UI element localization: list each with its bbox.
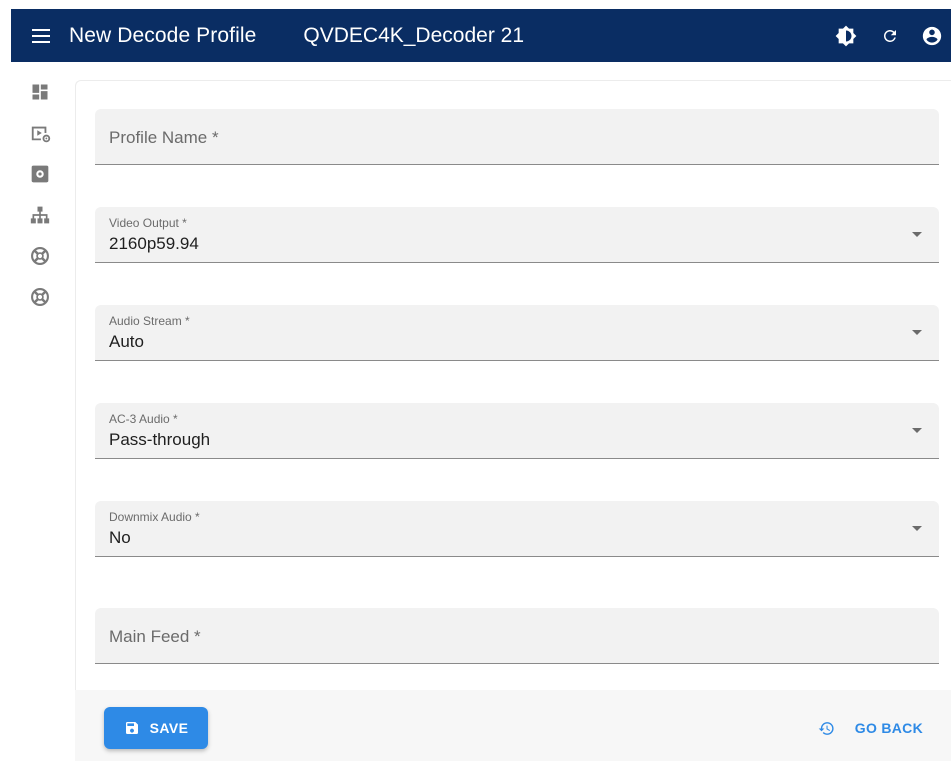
save-button-label: SAVE <box>149 720 189 736</box>
history-icon <box>818 720 835 737</box>
ac3-audio-select[interactable]: AC-3 Audio * Pass-through <box>95 403 939 459</box>
dropdown-arrow-icon[interactable] <box>912 428 922 433</box>
page-title: New Decode Profile <box>69 23 257 47</box>
app-bar: New Decode Profile QVDEC4K_Decoder 21 <box>11 9 951 62</box>
menu-icon[interactable] <box>29 24 53 48</box>
save-button[interactable]: SAVE <box>104 707 208 749</box>
video-output-value: 2160p59.94 <box>109 234 199 253</box>
floppy-disk-icon <box>124 720 140 736</box>
go-back-label: GO BACK <box>854 720 923 736</box>
downmix-audio-label: Downmix Audio * <box>109 510 200 524</box>
nav-rail <box>26 80 54 326</box>
video-output-label: Video Output * <box>109 216 187 230</box>
support-icon[interactable] <box>28 285 52 309</box>
dropdown-arrow-icon[interactable] <box>912 526 922 531</box>
profile-form-card: Profile Name * Video Output * 2160p59.94… <box>75 80 951 761</box>
theme-icon[interactable] <box>835 25 857 47</box>
device-name: QVDEC4K_Decoder 21 <box>303 23 525 47</box>
profile-name-placeholder: Profile Name * <box>109 128 219 147</box>
downmix-audio-select[interactable]: Downmix Audio * No <box>95 501 939 557</box>
downmix-audio-value: No <box>109 528 131 547</box>
dropdown-arrow-icon[interactable] <box>912 232 922 237</box>
video-output-select[interactable]: Video Output * 2160p59.94 <box>95 207 939 263</box>
dropdown-arrow-icon[interactable] <box>912 330 922 335</box>
profile-name-field[interactable]: Profile Name * <box>95 109 939 165</box>
account-icon[interactable] <box>921 25 943 47</box>
appbar-actions <box>835 25 951 47</box>
audio-stream-label: Audio Stream * <box>109 314 190 328</box>
video-settings-icon[interactable] <box>28 121 52 145</box>
support-icon[interactable] <box>28 244 52 268</box>
main-feed-placeholder: Main Feed * <box>109 627 201 646</box>
form-area: Profile Name * Video Output * 2160p59.94… <box>75 80 951 690</box>
ac3-audio-value: Pass-through <box>109 430 211 449</box>
network-icon[interactable] <box>28 203 52 227</box>
settings-box-icon[interactable] <box>28 162 52 186</box>
audio-stream-value: Auto <box>109 332 144 351</box>
go-back-button[interactable]: GO BACK <box>818 716 923 740</box>
dashboard-icon[interactable] <box>28 80 52 104</box>
audio-stream-select[interactable]: Audio Stream * Auto <box>95 305 939 361</box>
main-feed-field[interactable]: Main Feed * <box>95 608 939 664</box>
ac3-audio-label: AC-3 Audio * <box>109 412 178 426</box>
refresh-icon[interactable] <box>879 25 901 47</box>
